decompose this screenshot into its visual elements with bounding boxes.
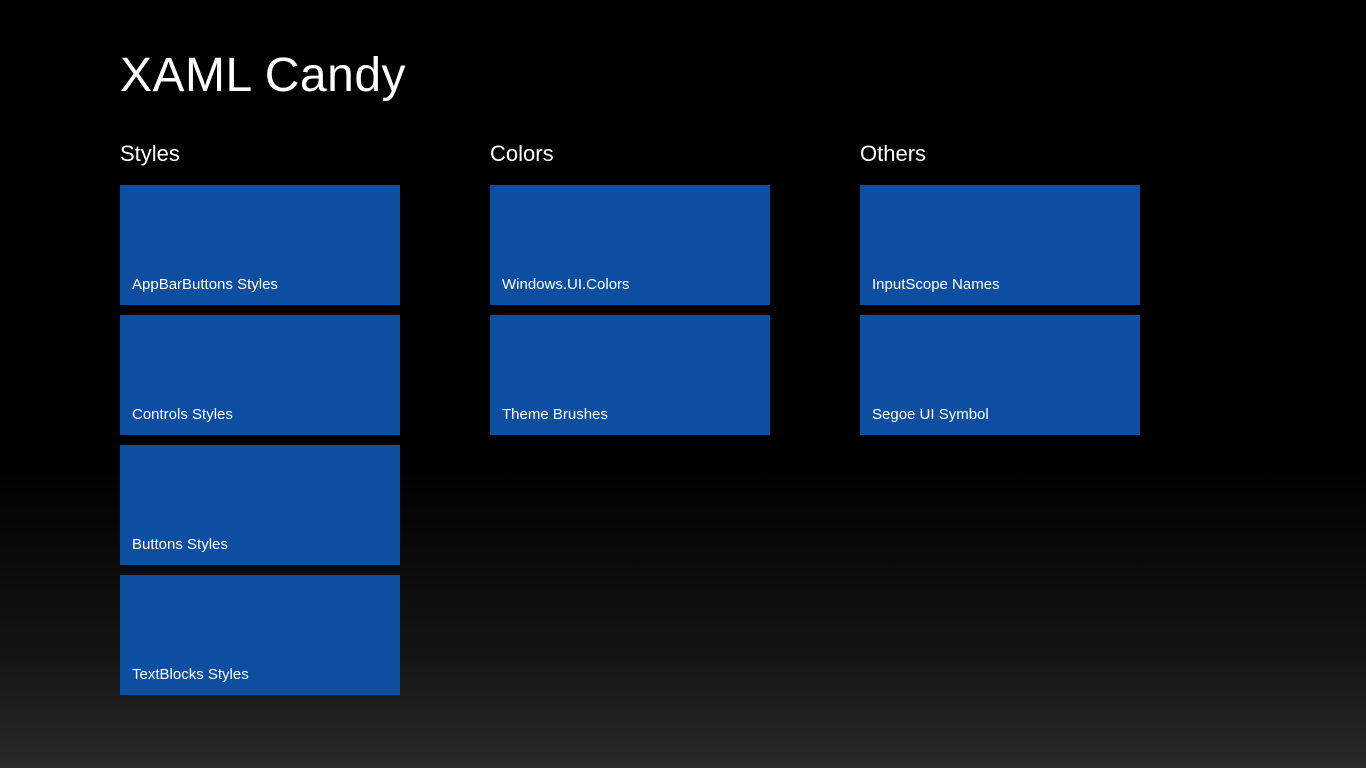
page-title: XAML Candy [120, 48, 1366, 103]
tile-theme-brushes[interactable]: Theme Brushes [490, 315, 770, 435]
tile-windows-ui-colors[interactable]: Windows.UI.Colors [490, 185, 770, 305]
tile-label: InputScope Names [872, 276, 1000, 293]
tile-label: Controls Styles [132, 406, 233, 423]
tile-segoe-ui-symbol[interactable]: Segoe UI Symbol [860, 315, 1140, 435]
group-others: Others InputScope Names Segoe UI Symbol [860, 141, 1140, 695]
tile-buttons-styles[interactable]: Buttons Styles [120, 445, 400, 565]
tile-inputscope-names[interactable]: InputScope Names [860, 185, 1140, 305]
group-colors: Colors Windows.UI.Colors Theme Brushes [490, 141, 770, 695]
tile-label: Windows.UI.Colors [502, 276, 630, 293]
group-header[interactable]: Colors [490, 141, 770, 167]
tile-controls-styles[interactable]: Controls Styles [120, 315, 400, 435]
tile-appbarbuttons-styles[interactable]: AppBarButtons Styles [120, 185, 400, 305]
tile-column: Windows.UI.Colors Theme Brushes [490, 185, 770, 435]
group-header[interactable]: Styles [120, 141, 400, 167]
tile-label: Theme Brushes [502, 406, 608, 423]
tile-column: AppBarButtons Styles Controls Styles But… [120, 185, 400, 695]
tile-label: AppBarButtons Styles [132, 276, 278, 293]
tile-column: InputScope Names Segoe UI Symbol [860, 185, 1140, 435]
tile-textblocks-styles[interactable]: TextBlocks Styles [120, 575, 400, 695]
group-styles: Styles AppBarButtons Styles Controls Sty… [120, 141, 400, 695]
tile-label: Segoe UI Symbol [872, 406, 989, 423]
groups-container: Styles AppBarButtons Styles Controls Sty… [120, 141, 1366, 695]
group-header[interactable]: Others [860, 141, 1140, 167]
tile-label: Buttons Styles [132, 536, 228, 553]
app-root: XAML Candy Styles AppBarButtons Styles C… [0, 0, 1366, 695]
tile-label: TextBlocks Styles [132, 666, 249, 683]
